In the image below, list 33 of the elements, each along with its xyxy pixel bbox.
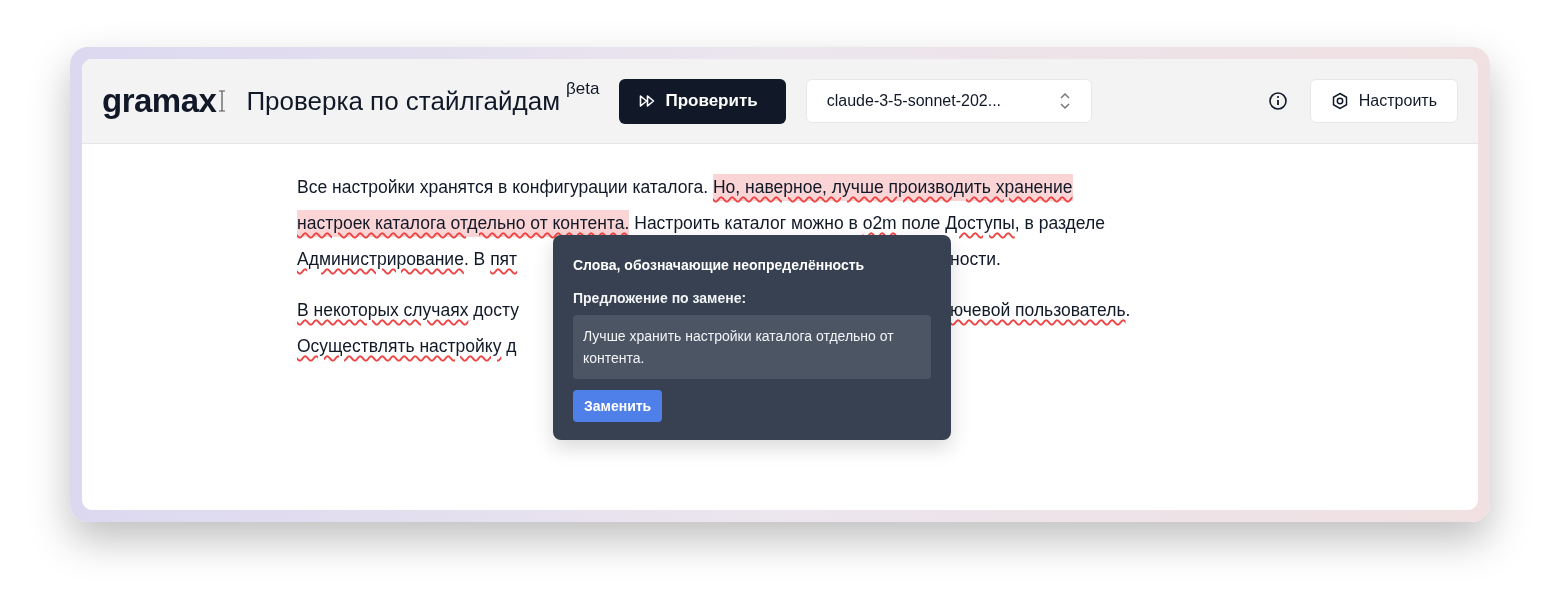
body-text: ности.: [950, 247, 1001, 271]
flagged-text: Администрирование: [297, 247, 464, 271]
popover-title: Слова, обозначающие неопределённость: [573, 257, 866, 273]
text-cursor-icon: [218, 90, 227, 112]
body-text: Все настройки хранятся в конфигурации каталога.: [297, 175, 710, 199]
flagged-text: настроек каталога отдельно от контента.: [297, 209, 630, 237]
suggestion-text: Лучше хранить настройки каталога отдельно от контента.: [573, 315, 931, 379]
replace-button[interactable]: Заменить: [573, 390, 663, 422]
page-title: Проверка по стайлгайдам: [246, 85, 561, 117]
flagged-text: o2m: [862, 211, 897, 235]
check-button[interactable]: Проверить: [619, 78, 786, 124]
info-icon[interactable]: [1267, 91, 1288, 111]
body-text: , в разделе: [1014, 211, 1105, 235]
flagged-text: ючевой пользователь: [950, 298, 1126, 322]
body-text: досту: [472, 298, 519, 322]
flagged-text: Доступы: [945, 211, 1015, 235]
flagged-text: Осуществлять настройку: [297, 334, 502, 358]
hexagon-icon: [1330, 92, 1349, 110]
logo: gramax: [102, 82, 217, 120]
body-text: .: [1125, 298, 1131, 322]
chevron-up-down-icon: [1058, 92, 1071, 110]
beta-label: βeta: [566, 79, 600, 99]
suggestion-label: Предложение по замене:: [573, 290, 748, 306]
model-select[interactable]: claude-3-5-sonnet-202...: [805, 79, 1092, 123]
fast-forward-icon: [639, 94, 656, 108]
body-text: Настроить каталог можно в: [633, 211, 859, 235]
body-text: . В: [463, 247, 487, 271]
settings-button[interactable]: Настроить: [1309, 79, 1458, 123]
flagged-text: пят: [490, 247, 518, 271]
flagged-text: Но, наверное, лучше производить хранение: [712, 173, 1073, 201]
body-text: поле: [900, 211, 942, 235]
flagged-text: В некоторых случаях: [297, 298, 469, 322]
body-text: д: [505, 334, 517, 358]
